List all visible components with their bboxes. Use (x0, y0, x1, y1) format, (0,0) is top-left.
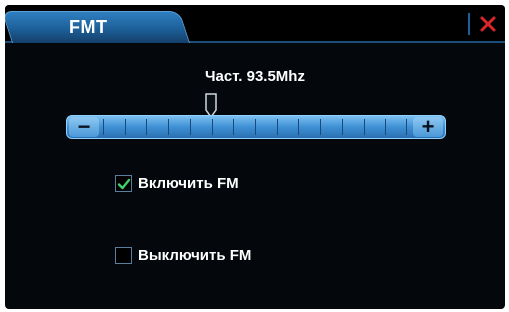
frequency-label: Част. 93.5Mhz (205, 68, 305, 85)
slider-segment[interactable] (168, 119, 190, 135)
enable-fm-label: Включить FM (138, 175, 239, 192)
disable-fm-checkbox[interactable] (115, 247, 132, 264)
close-button[interactable] (475, 11, 501, 37)
slider-segment[interactable] (276, 119, 299, 135)
slider-segment[interactable] (124, 119, 147, 135)
checkmark-icon (117, 178, 131, 190)
fmt-window: FMT Част. 93.5Mhz − + Включить FM Выключ… (5, 5, 505, 309)
slider-segment[interactable] (341, 119, 364, 135)
slider-segment[interactable] (298, 119, 320, 135)
slider-segment[interactable] (211, 119, 234, 135)
slider-segment[interactable] (385, 119, 407, 135)
disable-fm-option[interactable]: Выключить FM (115, 247, 251, 264)
enable-fm-option[interactable]: Включить FM (115, 175, 239, 192)
slider-segment[interactable] (255, 119, 277, 135)
minus-button[interactable]: − (69, 116, 99, 138)
slider-segment[interactable] (233, 119, 255, 135)
close-separator (468, 13, 470, 35)
close-x-icon (480, 16, 496, 32)
slider-segment[interactable] (320, 119, 342, 135)
slider-segment[interactable] (363, 119, 386, 135)
enable-fm-checkbox[interactable] (115, 175, 132, 192)
slider-segment[interactable] (189, 119, 212, 135)
tab-fmt-label: FMT (69, 17, 108, 37)
slider-segment[interactable] (103, 119, 125, 135)
plus-button[interactable]: + (413, 116, 443, 138)
slider-segment[interactable] (146, 119, 168, 135)
frequency-slider[interactable]: − + (66, 115, 446, 139)
slider-track[interactable] (103, 119, 407, 135)
disable-fm-label: Выключить FM (138, 247, 252, 264)
